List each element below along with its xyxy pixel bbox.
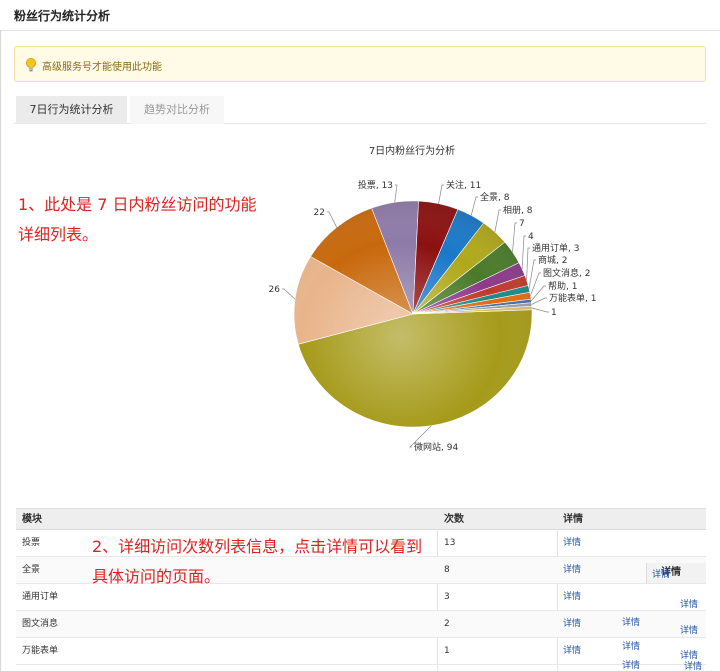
table-header: 模块 次数 详情 — [16, 508, 706, 530]
row-module: 全景 — [22, 565, 41, 575]
row-module: 投票 — [22, 538, 41, 548]
slice-leader-line — [521, 235, 526, 270]
slice-label: 微网站, 94 — [414, 441, 458, 453]
left-border — [0, 30, 1, 671]
table-row: 万能表单 1 详情 — [16, 638, 706, 665]
overlay-detail-link[interactable]: 详情 — [622, 639, 640, 652]
row-count: 3 — [444, 592, 450, 602]
header-count: 次数 — [444, 514, 464, 525]
slice-leader-line — [394, 184, 398, 203]
detail-link[interactable]: 详情 — [563, 557, 581, 584]
slice-leader-line — [526, 247, 530, 281]
slice-leader-line — [494, 209, 501, 233]
header-detail: 详情 — [563, 514, 583, 525]
slice-leader-line — [438, 184, 444, 204]
slice-leader-line — [470, 196, 478, 216]
slice-label: 4 — [528, 232, 534, 242]
slice-label: 全景, 8 — [480, 191, 510, 203]
lightbulb-icon — [26, 58, 36, 72]
page-title: 粉丝行为统计分析 — [14, 9, 111, 23]
detail-link[interactable]: 详情 — [563, 530, 581, 557]
slice-leader-line — [530, 272, 541, 296]
tab-trend-compare[interactable]: 趋势对比分析 — [130, 96, 224, 124]
slice-leader-line — [327, 211, 338, 228]
annotation-second: 2、详细访问次数列表信息，点击详情可以看到具体访问的页面。 — [92, 537, 423, 586]
slice-label: 22 — [314, 208, 325, 218]
row-count: 1 — [444, 646, 450, 656]
slice-label: 帮助, 1 — [548, 280, 577, 292]
detail-link[interactable]: 详情 — [563, 611, 581, 638]
row-module: 通用订单 — [22, 592, 59, 602]
row-count: 8 — [444, 565, 450, 575]
overlay-detail-link[interactable]: 详情 — [622, 615, 640, 628]
overlay-detail-link[interactable]: 详情 — [680, 623, 698, 636]
row-count: 2 — [444, 619, 450, 629]
row-module: 图文消息 — [22, 619, 59, 629]
slice-label: 相册, 8 — [503, 204, 533, 216]
notice-text: 高级服务号才能使用此功能 — [42, 62, 162, 73]
detail-link[interactable]: 详情 — [563, 638, 581, 665]
slice-label: 图文消息, 2 — [543, 267, 590, 279]
row-module: 万能表单 — [22, 646, 59, 656]
slice-label: 7 — [519, 219, 525, 229]
slice-leader-line — [531, 297, 547, 305]
slice-leader-line — [531, 307, 549, 313]
pie-chart: 7日内粉丝行为分析 微网站, 94 26 22 投票, 13 关注, 11全景, 8相册… — [269, 144, 597, 453]
title-divider — [0, 30, 720, 31]
slice-label: 投票, 13 — [358, 179, 393, 191]
annotation-first: 1、此处是 7 日内粉丝访问的功能详细列表。 — [18, 195, 257, 244]
overlay-detail-link[interactable]: 详情 — [680, 597, 698, 610]
slice-label: 关注, 11 — [446, 179, 481, 191]
slice-label: 26 — [269, 285, 281, 295]
table-row: 图文消息 2 详情 — [16, 611, 706, 638]
slice-label: 1 — [551, 308, 557, 318]
row-count: 13 — [444, 538, 456, 548]
tab-bar: 7日行为统计分析 趋势对比分析 — [14, 96, 706, 124]
tab-7day-stats[interactable]: 7日行为统计分析 — [16, 96, 127, 124]
overlay-detail-link[interactable]: 详情 — [684, 659, 702, 671]
header-module: 模块 — [22, 514, 42, 525]
overlay-detail-link[interactable]: 详情 — [622, 658, 640, 671]
detail-link[interactable]: 详情 — [563, 584, 581, 611]
slice-label: 万能表单, 1 — [549, 292, 596, 304]
slice-leader-line — [512, 222, 517, 253]
slice-leader-line — [282, 288, 296, 300]
slice-label: 商城, 2 — [538, 254, 567, 266]
slice-label: 通用订单, 3 — [532, 242, 579, 254]
notice-banner: 高级服务号才能使用此功能 — [14, 46, 706, 82]
chart-title: 7日内粉丝行为分析 — [369, 144, 455, 157]
overlay-detail-link[interactable]: 详情 — [652, 567, 670, 580]
